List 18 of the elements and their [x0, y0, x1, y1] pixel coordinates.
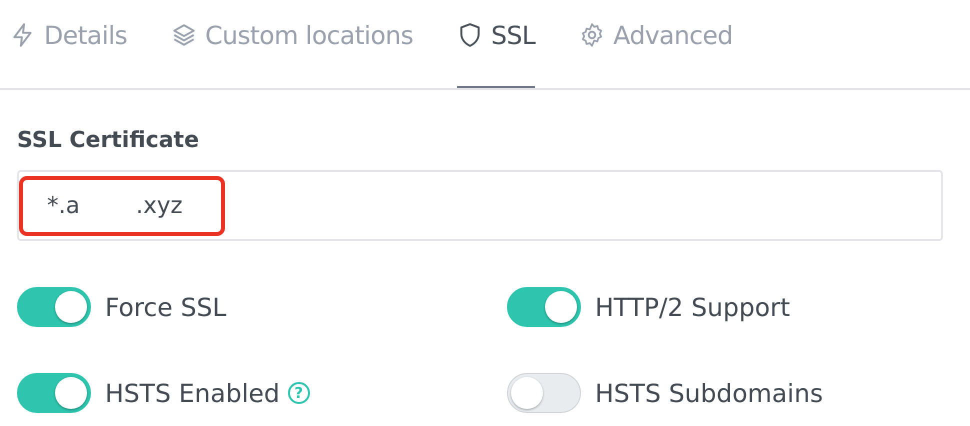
help-icon[interactable]: ?: [288, 382, 310, 404]
toggle-label: HTTP/2 Support: [595, 292, 790, 322]
toggle-switch[interactable]: [507, 287, 581, 327]
toggle-label: HSTS Subdomains: [595, 378, 823, 408]
tab[interactable]: SSL: [457, 0, 536, 88]
layers-icon: [171, 22, 198, 48]
toggle-switch[interactable]: [17, 373, 91, 413]
field-value: .xyz: [136, 192, 183, 218]
tab[interactable]: Custom locations: [171, 0, 414, 88]
field-label: SSL Certificate: [17, 128, 200, 153]
tab[interactable]: Details: [10, 0, 128, 88]
field-value: *.a: [47, 192, 80, 218]
toggle-switch[interactable]: [17, 287, 91, 327]
tab[interactable]: Advanced: [579, 0, 733, 88]
toggle-switch[interactable]: [507, 373, 581, 413]
certificate-field[interactable]: *.a .xyz: [17, 170, 943, 241]
toggle-label: HSTS Enabled: [105, 378, 280, 408]
toggle-label: Force SSL: [105, 292, 226, 322]
